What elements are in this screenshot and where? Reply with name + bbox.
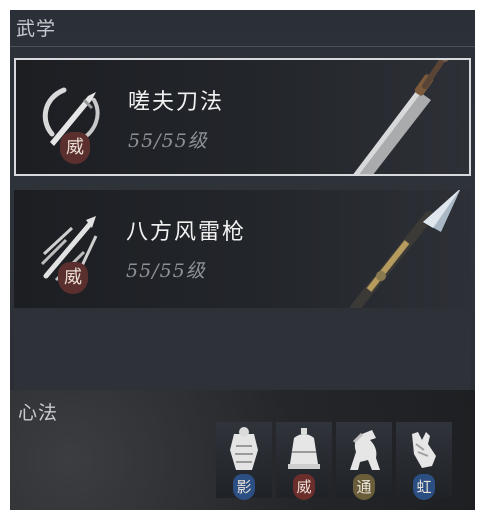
skill-level: 55/55级: [126, 260, 206, 282]
empty-skill-slot-area: [14, 310, 471, 390]
character-skills-panel: 武学 威 嗟夫刀法 55/55级 威 八方风雷枪 55/55级 心法 影 威 通…: [10, 10, 475, 510]
skill-name: 八方风雷枪: [126, 220, 247, 245]
glove-icon: [412, 432, 436, 468]
skill-seal-badge: 威: [58, 262, 88, 294]
section-divider: [10, 46, 475, 47]
xinfa-slot-1[interactable]: 影: [216, 422, 272, 500]
xinfa-title: 心法: [18, 402, 59, 424]
bell-icon: [288, 428, 320, 469]
skill-seal-badge: 威: [60, 132, 90, 164]
spear-icon: [350, 190, 461, 308]
xinfa-slot-4[interactable]: 虹: [396, 422, 452, 500]
xinfa-seal: 威: [293, 474, 315, 500]
martial-arts-title: 武学: [16, 18, 57, 40]
xinfa-slot-3[interactable]: 通: [336, 422, 392, 500]
skill-name: 嗟夫刀法: [128, 90, 225, 115]
xinfa-slot-2[interactable]: 威: [276, 422, 332, 500]
xinfa-seal: 影: [233, 474, 255, 500]
armor-figure-icon: [230, 427, 258, 470]
horse-icon: [350, 430, 380, 470]
xinfa-seal: 虹: [413, 474, 435, 500]
skill-card-bafang-spear[interactable]: 威 八方风雷枪 55/55级: [14, 190, 471, 308]
skill-level: 55/55级: [128, 130, 208, 152]
skill-card-jiefu-blade[interactable]: 威 嗟夫刀法 55/55级: [14, 58, 471, 176]
xinfa-seal: 通: [353, 474, 375, 500]
broadsword-icon: [353, 60, 449, 174]
